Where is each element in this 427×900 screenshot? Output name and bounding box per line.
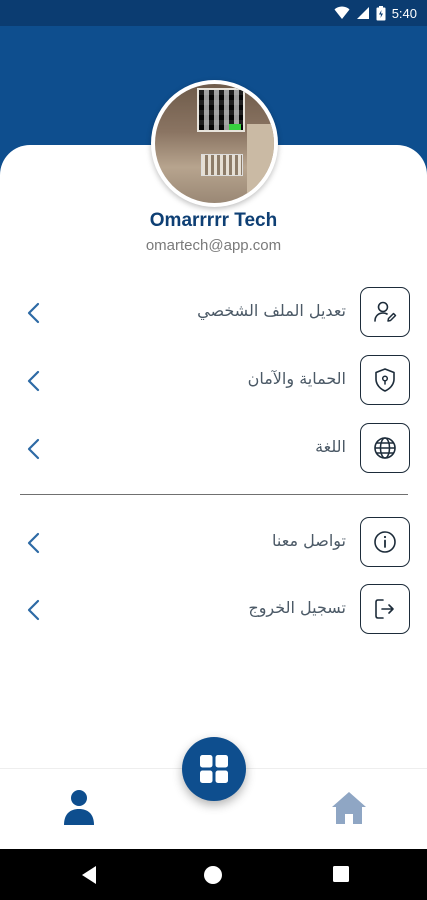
menu-divider — [20, 494, 408, 495]
menu-item-contact-us[interactable]: تواصل معنا — [20, 517, 410, 569]
profile-email: omartech@app.com — [145, 237, 282, 254]
home-icon[interactable] — [330, 790, 368, 826]
battery-icon — [376, 5, 386, 20]
menu-label: تعديل الملف الشخصي — [197, 301, 346, 320]
globe-icon — [360, 423, 410, 473]
chevron-left-icon — [27, 438, 40, 460]
home-button-icon[interactable] — [203, 865, 223, 885]
menu-item-edit-profile[interactable]: تعديل الملف الشخصي — [20, 287, 410, 339]
recents-icon[interactable] — [332, 865, 350, 883]
info-icon — [360, 517, 410, 567]
avatar-photo — [155, 84, 274, 203]
signal-icon — [356, 7, 369, 19]
chevron-left-icon — [27, 302, 40, 324]
chevron-left-icon — [27, 532, 40, 554]
chevron-left-icon — [27, 599, 40, 621]
profile-name: Omarrrrr Tech — [149, 210, 278, 231]
profile-icon[interactable] — [62, 788, 96, 828]
grid-menu-button[interactable] — [182, 737, 246, 801]
grid-icon — [200, 755, 228, 783]
status-time: 5:40 — [391, 5, 417, 21]
chevron-left-icon — [27, 370, 40, 392]
menu-label: الحماية والآمان — [247, 369, 346, 388]
shield-icon — [360, 355, 410, 405]
menu-item-logout[interactable]: تسجيل الخروج — [20, 584, 410, 636]
wifi-icon — [334, 6, 350, 19]
menu-item-language[interactable]: اللغة — [20, 423, 410, 475]
avatar[interactable] — [151, 80, 278, 207]
menu-label: تواصل معنا — [272, 531, 346, 550]
system-nav-bar — [0, 849, 427, 900]
menu-label: تسجيل الخروج — [248, 598, 346, 617]
status-bar: 5:40 — [0, 0, 427, 26]
logout-icon — [360, 584, 410, 634]
menu-label: اللغة — [315, 437, 346, 456]
edit-user-icon — [360, 287, 410, 337]
back-icon[interactable] — [80, 865, 98, 885]
menu-item-security[interactable]: الحماية والآمان — [20, 355, 410, 407]
